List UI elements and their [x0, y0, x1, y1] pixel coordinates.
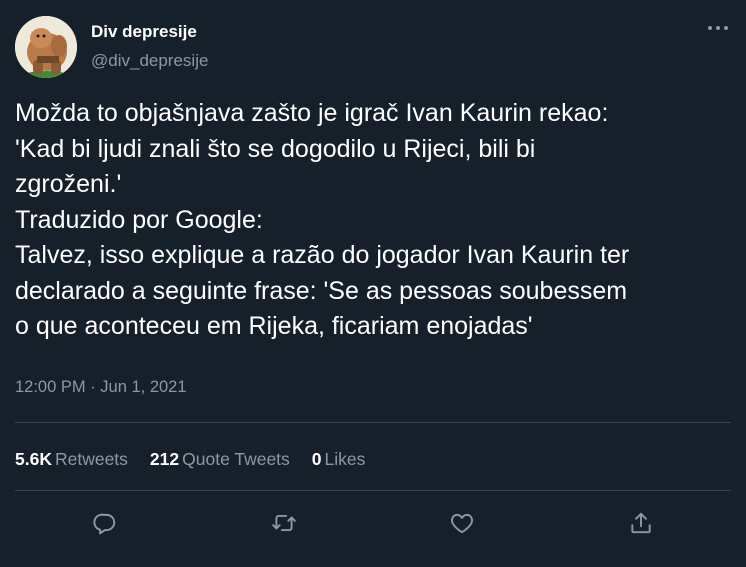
tweet-detail: Div depresije @div_depresije Možda to ob…: [0, 0, 746, 567]
tweet-timestamp[interactable]: 12:00 PM · Jun 1, 2021: [15, 378, 187, 397]
retweet-button[interactable]: [267, 506, 301, 540]
divider: [15, 490, 731, 491]
likes-count: 0: [311, 449, 322, 469]
quote-tweets-count: 212: [149, 449, 180, 469]
like-icon: [451, 513, 473, 534]
divider: [15, 422, 731, 423]
share-icon: [631, 512, 651, 534]
share-button[interactable]: [624, 506, 658, 540]
retweets-stat[interactable]: 5.6K Retweets: [15, 449, 128, 470]
tweet-text: Možda to objašnjava zašto je igrač Ivan …: [15, 96, 731, 345]
reply-icon: [93, 513, 116, 535]
author-handle[interactable]: @div_depresije: [91, 51, 208, 71]
quote-tweets-stat[interactable]: 212 Quote Tweets: [150, 449, 290, 470]
quote-tweets-label: Quote Tweets: [182, 449, 290, 469]
retweet-icon: [272, 514, 296, 532]
author-display-name[interactable]: Div depresije: [91, 22, 197, 42]
avatar-image: [15, 16, 77, 78]
likes-label: Likes: [324, 449, 366, 469]
retweets-label: Retweets: [54, 449, 128, 469]
more-options-button[interactable]: [703, 16, 733, 40]
tweet-text-line: Talvez, isso explique a razão do jogador…: [15, 241, 630, 269]
like-button[interactable]: [445, 506, 479, 540]
engagement-stats: 5.6K Retweets 212 Quote Tweets 0 Likes: [15, 449, 387, 470]
tweet-text-line: declarado a seguinte frase: 'Se as pesso…: [15, 276, 628, 305]
reply-button[interactable]: [88, 506, 122, 540]
retweets-count: 5.6K: [15, 449, 52, 469]
avatar[interactable]: [15, 16, 77, 78]
tweet-text-line: Traduzido por Google:: [15, 205, 263, 234]
tweet-text-line: Možda to objašnjava zašto je igrač Ivan …: [15, 99, 609, 127]
tweet-text-line: 'Kad bi ljudi znali što se dogodilo u Ri…: [15, 134, 536, 163]
more-icon: [708, 26, 728, 30]
likes-stat[interactable]: 0 Likes: [312, 449, 366, 470]
tweet-text-line: zgroženi.': [15, 170, 122, 198]
tweet-text-line: o que aconteceu em Rijeka, ficariam enoj…: [15, 312, 533, 340]
